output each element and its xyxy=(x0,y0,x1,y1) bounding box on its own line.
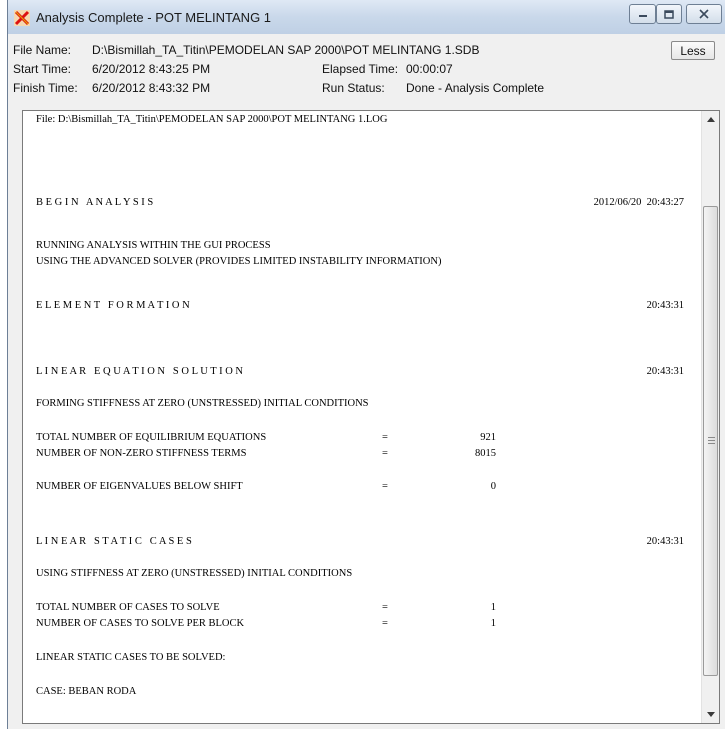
total-cases-label: TOTAL NUMBER OF CASES TO SOLVE xyxy=(36,602,220,613)
cases-per-block-eq: = xyxy=(382,618,388,629)
minimize-button[interactable] xyxy=(629,4,656,24)
elapsed-time-label: Elapsed Time: xyxy=(322,62,399,76)
close-icon xyxy=(699,9,709,19)
solver-line: USING THE ADVANCED SOLVER (PROVIDES LIMI… xyxy=(36,256,442,267)
file-name-label: File Name: xyxy=(13,43,72,57)
begin-analysis-heading: B E G I N A N A L Y S I S xyxy=(36,197,154,208)
finish-time-label: Finish Time: xyxy=(13,81,78,95)
scrollbar-thumb[interactable] xyxy=(703,206,718,676)
stiffness-terms-eq: = xyxy=(382,448,388,459)
file-name-value: D:\Bismillah_TA_Titin\PEMODELAN SAP 2000… xyxy=(92,43,480,57)
run-status-label: Run Status: xyxy=(322,81,385,95)
stiffness-terms-value: 8015 xyxy=(475,448,496,459)
analysis-complete-window: Analysis Complete - POT MELINTANG 1 File… xyxy=(7,0,725,729)
app-x-icon xyxy=(14,10,30,26)
begin-analysis-time: 2012/06/20 20:43:27 xyxy=(593,197,684,208)
total-cases-eq: = xyxy=(382,602,388,613)
gui-process-line: RUNNING ANALYSIS WITHIN THE GUI PROCESS xyxy=(36,240,271,251)
log-scrollbar[interactable] xyxy=(701,111,719,723)
minimize-icon xyxy=(638,15,647,17)
elapsed-time-value: 00:00:07 xyxy=(406,62,453,76)
log-file-line: File: D:\Bismillah_TA_Titin\PEMODELAN SA… xyxy=(36,114,388,125)
cases-to-be-solved-line: LINEAR STATIC CASES TO BE SOLVED: xyxy=(36,652,226,663)
thumb-grip-icon xyxy=(708,443,715,444)
less-button[interactable]: Less xyxy=(671,41,715,60)
start-time-value: 6/20/2012 8:43:25 PM xyxy=(92,62,211,76)
equilibrium-equations-label: TOTAL NUMBER OF EQUILIBRIUM EQUATIONS xyxy=(36,432,267,443)
linear-static-time: 20:43:31 xyxy=(646,536,684,547)
case-name-line: CASE: BEBAN RODA xyxy=(36,686,137,697)
finish-time-value: 6/20/2012 8:43:32 PM xyxy=(92,81,211,95)
title-bar[interactable]: Analysis Complete - POT MELINTANG 1 xyxy=(8,0,725,34)
analysis-panel: File Name: D:\Bismillah_TA_Titin\PEMODEL… xyxy=(8,34,725,729)
scroll-down-button[interactable] xyxy=(702,706,719,723)
thumb-grip-icon xyxy=(708,437,715,438)
linear-equation-time: 20:43:31 xyxy=(646,366,684,377)
thumb-grip-icon xyxy=(708,440,715,441)
equilibrium-equations-eq: = xyxy=(382,432,388,443)
maximize-icon xyxy=(664,9,674,19)
eigenvalues-eq: = xyxy=(382,481,388,492)
close-button[interactable] xyxy=(686,4,722,24)
cases-per-block-label: NUMBER OF CASES TO SOLVE PER BLOCK xyxy=(36,618,245,629)
eigenvalues-label: NUMBER OF EIGENVALUES BELOW SHIFT xyxy=(36,481,243,492)
run-status-value: Done - Analysis Complete xyxy=(406,81,545,95)
forming-stiffness-line: FORMING STIFFNESS AT ZERO (UNSTRESSED) I… xyxy=(36,398,369,409)
linear-equation-heading: L I N E A R E Q U A T I O N S O L U T I … xyxy=(36,366,243,377)
window-title: Analysis Complete - POT MELINTANG 1 xyxy=(36,10,272,25)
equilibrium-equations-value: 921 xyxy=(480,432,496,443)
cases-per-block-value: 1 xyxy=(490,618,496,629)
stiffness-terms-label: NUMBER OF NON-ZERO STIFFNESS TERMS xyxy=(36,448,247,459)
scroll-up-arrow-icon xyxy=(706,117,715,122)
maximize-button[interactable] xyxy=(656,4,682,24)
eigenvalues-value: 0 xyxy=(490,481,496,492)
scroll-down-arrow-icon xyxy=(706,712,715,717)
linear-static-heading: L I N E A R S T A T I C C A S E S xyxy=(36,536,192,547)
log-textbox[interactable]: File: D:\Bismillah_TA_Titin\PEMODELAN SA… xyxy=(22,110,720,724)
element-formation-time: 20:43:31 xyxy=(646,300,684,311)
scroll-up-button[interactable] xyxy=(702,111,719,128)
start-time-label: Start Time: xyxy=(13,62,72,76)
using-stiffness-line: USING STIFFNESS AT ZERO (UNSTRESSED) INI… xyxy=(36,568,353,579)
total-cases-value: 1 xyxy=(490,602,496,613)
element-formation-heading: E L E M E N T F O R M A T I O N xyxy=(36,300,190,311)
